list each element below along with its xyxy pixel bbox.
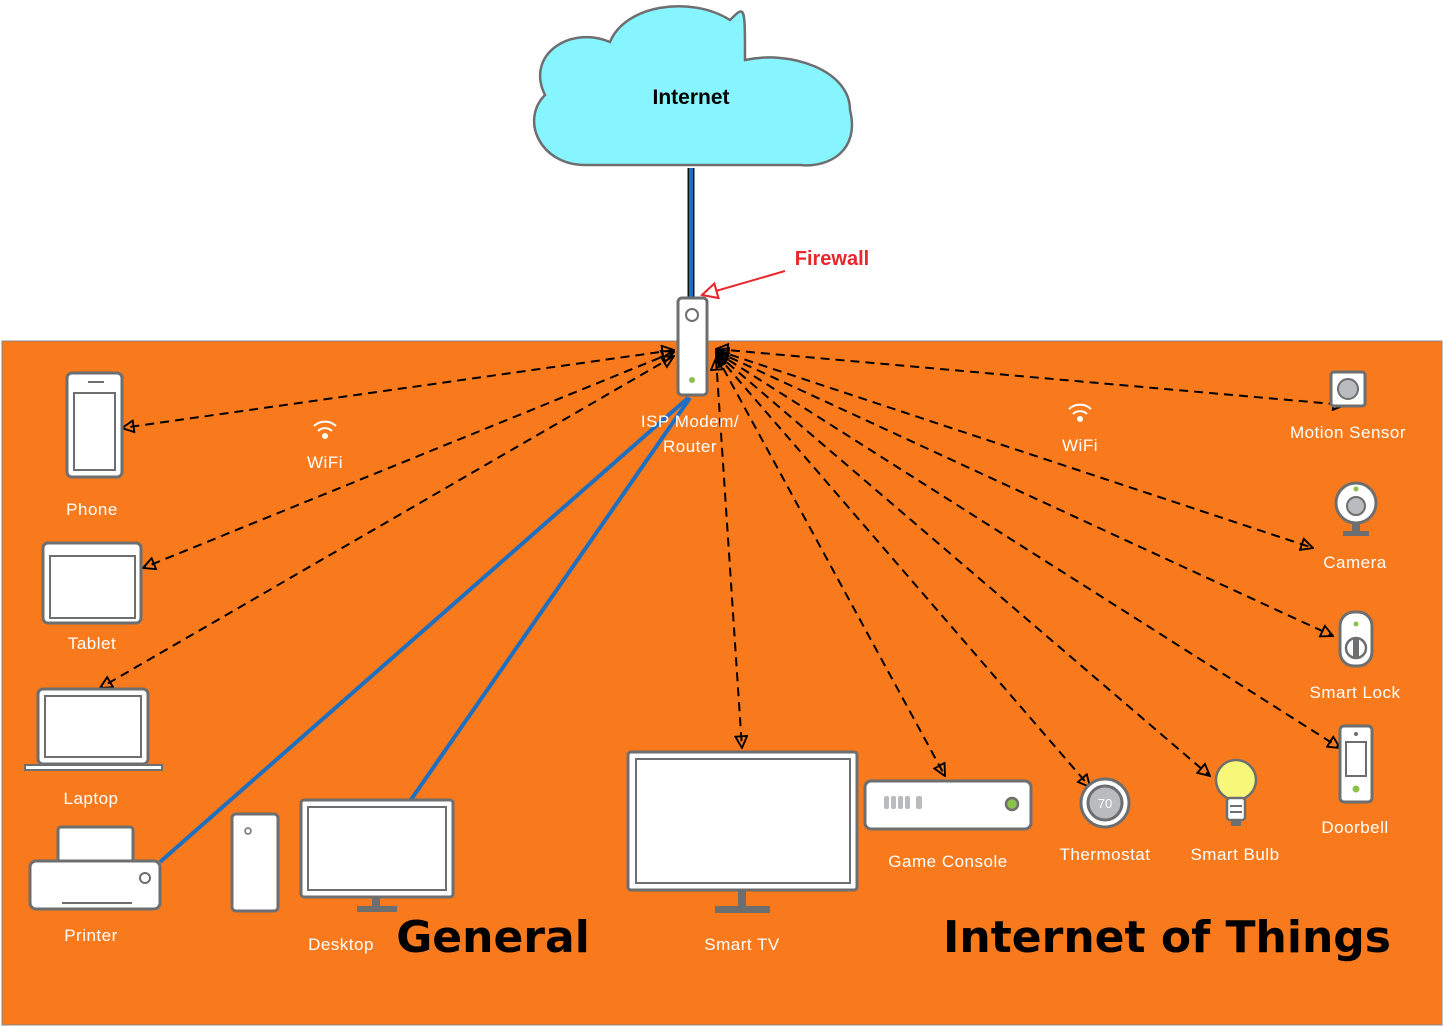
wifi-label-left: WiFi xyxy=(307,453,343,472)
thermostat-label: Thermostat xyxy=(1060,845,1151,864)
iot-zone-title: Internet of Things xyxy=(943,912,1391,963)
smart-tv-icon xyxy=(626,750,859,913)
firewall-arrow xyxy=(702,270,786,295)
phone-icon xyxy=(65,371,124,479)
motion-sensor-label: Motion Sensor xyxy=(1290,423,1406,442)
smart-bulb-label: Smart Bulb xyxy=(1190,845,1279,864)
thermostat-reading: 70 xyxy=(1098,796,1112,811)
game-console-label: Game Console xyxy=(888,852,1007,871)
wifi-label-right: WiFi xyxy=(1062,436,1098,455)
laptop-label: Laptop xyxy=(64,789,119,808)
phone-label: Phone xyxy=(66,500,118,519)
isp-router xyxy=(676,296,709,397)
doorbell-label: Doorbell xyxy=(1321,818,1388,837)
router-label-2: Router xyxy=(663,437,717,456)
thermostat-icon: 70 xyxy=(1079,777,1131,829)
smart-lock-label: Smart Lock xyxy=(1310,683,1401,702)
laptop-icon xyxy=(24,687,163,771)
tablet-icon xyxy=(41,541,143,625)
firewall-label: Firewall xyxy=(795,248,869,270)
internet-label: Internet xyxy=(652,86,729,109)
general-zone-title: General xyxy=(396,912,590,963)
doorbell-icon xyxy=(1338,724,1374,804)
internet-cloud: Internet xyxy=(533,4,854,167)
smart-tv-label: Smart TV xyxy=(704,935,780,954)
smart-lock-icon xyxy=(1338,610,1374,668)
desktop-label: Desktop xyxy=(308,935,374,954)
game-console-icon xyxy=(863,779,1033,831)
network-diagram: Internet Firewall ISP Modem/ Router WiFi… xyxy=(0,0,1443,1026)
router-label-1: ISP Modem/ xyxy=(641,412,739,431)
printer-label: Printer xyxy=(64,926,118,945)
tablet-label: Tablet xyxy=(68,634,116,653)
motion-sensor-icon xyxy=(1329,370,1367,408)
camera-label: Camera xyxy=(1323,553,1387,572)
desktop-icon xyxy=(230,798,455,913)
